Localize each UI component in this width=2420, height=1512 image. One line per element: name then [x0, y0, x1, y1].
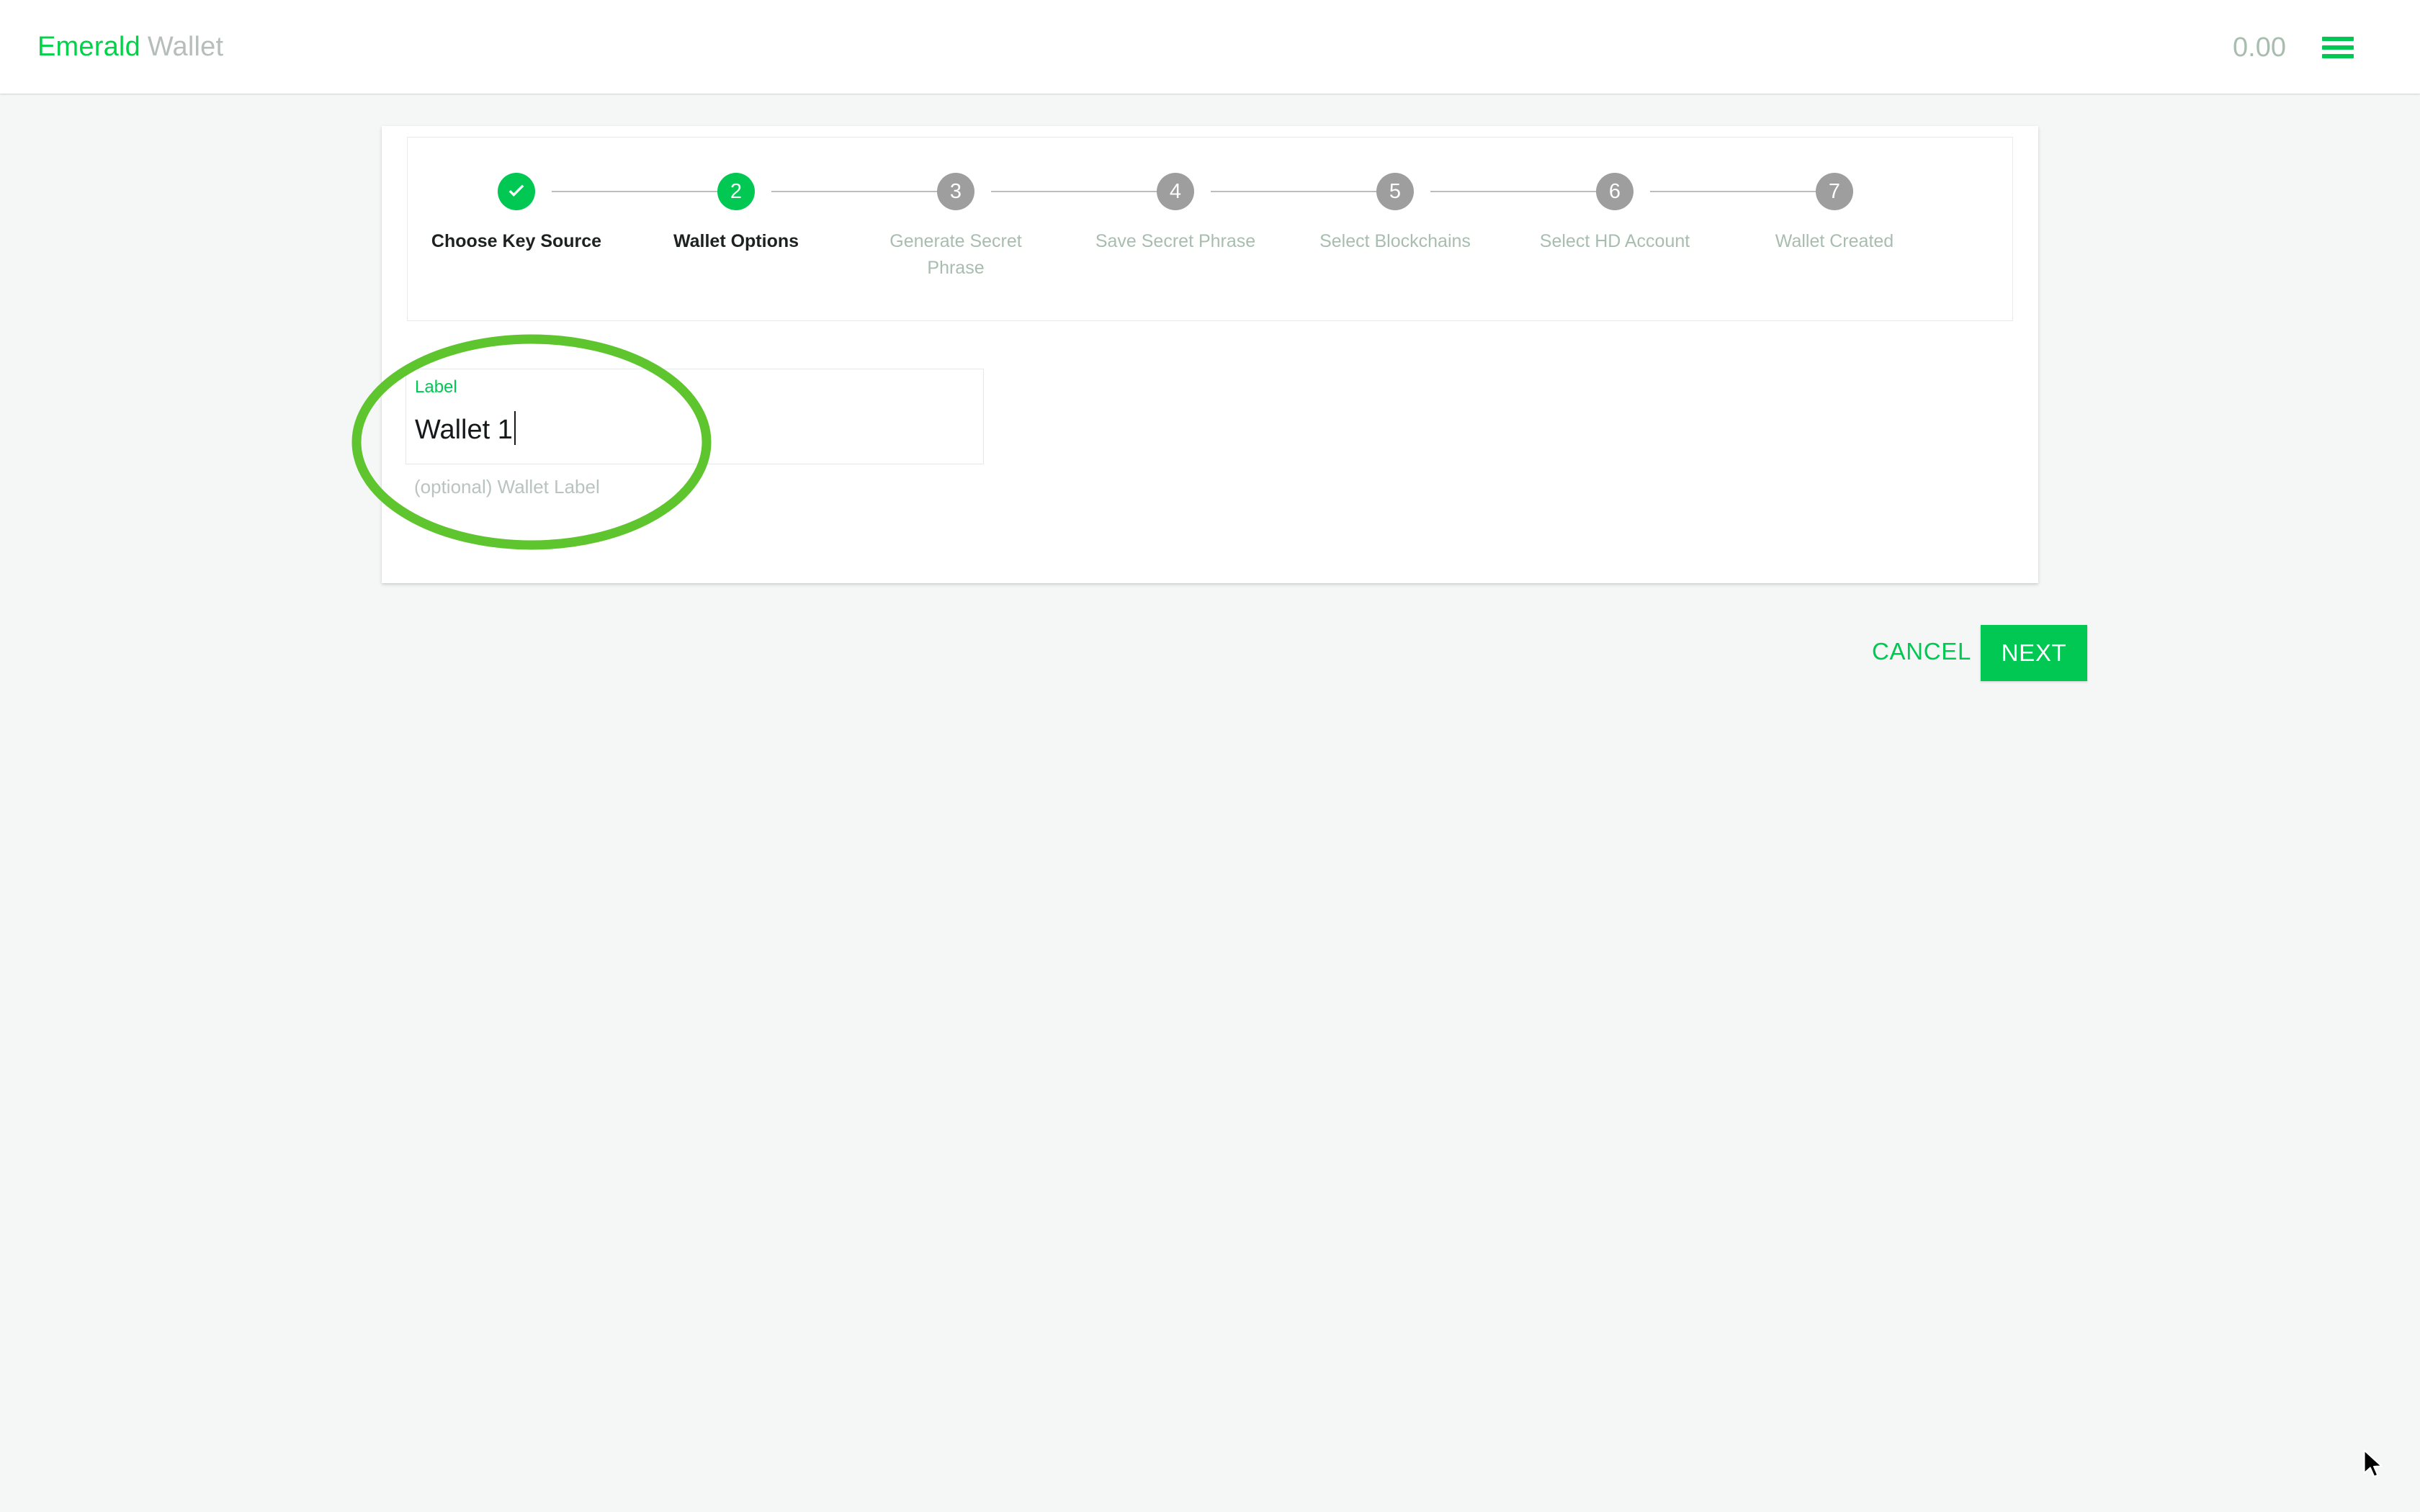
step-connector-3-4 — [991, 191, 1158, 192]
step-connector-6-7 — [1650, 191, 1817, 192]
step-1-circle — [498, 173, 535, 210]
label-field-group: Label (optional) Wallet Label — [405, 369, 984, 498]
step-7-label: Wallet Created — [1775, 231, 1894, 251]
brand-primary-text: Emerald — [37, 32, 140, 62]
step-5-circle: 5 — [1376, 173, 1414, 210]
step-4-label: Save Secret Phrase — [1095, 231, 1256, 251]
step-connector-2-3 — [771, 191, 938, 192]
label-caption: Label — [415, 377, 457, 397]
step-4-save-secret-phrase[interactable]: 4 Save Secret Phrase — [1060, 138, 1291, 255]
step-3-generate-secret-phrase[interactable]: 3 Generate Secret Phrase — [841, 138, 1071, 282]
step-6-label: Select HD Account — [1539, 231, 1690, 251]
label-helper-text: (optional) Wallet Label — [414, 476, 600, 498]
step-3-label: Generate Secret Phrase — [889, 231, 1022, 278]
label-input-box[interactable]: Label — [405, 369, 984, 464]
menu-bar-middle — [2322, 45, 2354, 50]
step-6-select-hd-account[interactable]: 6 Select HD Account — [1500, 138, 1730, 255]
check-icon — [508, 184, 524, 197]
step-2-label: Wallet Options — [673, 231, 799, 251]
brand-secondary-text: Wallet — [147, 32, 224, 62]
label-input[interactable] — [415, 410, 962, 450]
wallet-creation-card: Choose Key Source 2 Wallet Options 3 Gen… — [382, 126, 2087, 681]
step-connector-4-5 — [1211, 191, 1378, 192]
step-1-choose-key-source[interactable]: Choose Key Source — [401, 138, 632, 255]
app-header: Emerald Wallet 0.00 — [0, 0, 2420, 94]
menu-bar-bottom — [2322, 54, 2354, 58]
cancel-button[interactable]: CANCEL — [1860, 630, 1983, 673]
next-button[interactable]: NEXT — [1981, 625, 2087, 681]
step-connector-5-6 — [1430, 191, 1597, 192]
step-6-circle: 6 — [1596, 173, 1634, 210]
step-7-circle: 7 — [1816, 173, 1853, 210]
step-1-label: Choose Key Source — [431, 231, 602, 251]
app-brand: Emerald Wallet — [37, 30, 223, 63]
step-2-circle: 2 — [717, 173, 755, 210]
mouse-cursor — [2363, 1449, 2383, 1477]
step-7-wallet-created[interactable]: 7 Wallet Created — [1719, 138, 1950, 255]
text-caret — [514, 411, 516, 445]
step-2-wallet-options[interactable]: 2 Wallet Options — [621, 138, 851, 255]
step-5-label: Select Blockchains — [1319, 231, 1471, 251]
hamburger-menu-icon[interactable] — [2322, 33, 2358, 62]
step-3-circle: 3 — [937, 173, 974, 210]
step-4-circle: 4 — [1157, 173, 1194, 210]
step-5-select-blockchains[interactable]: 5 Select Blockchains — [1280, 138, 1510, 255]
balance-display: 0.00 — [2233, 32, 2286, 63]
wizard-stepper: Choose Key Source 2 Wallet Options 3 Gen… — [407, 137, 2013, 321]
menu-bar-top — [2322, 37, 2354, 41]
step-connector-1-2 — [552, 191, 719, 192]
